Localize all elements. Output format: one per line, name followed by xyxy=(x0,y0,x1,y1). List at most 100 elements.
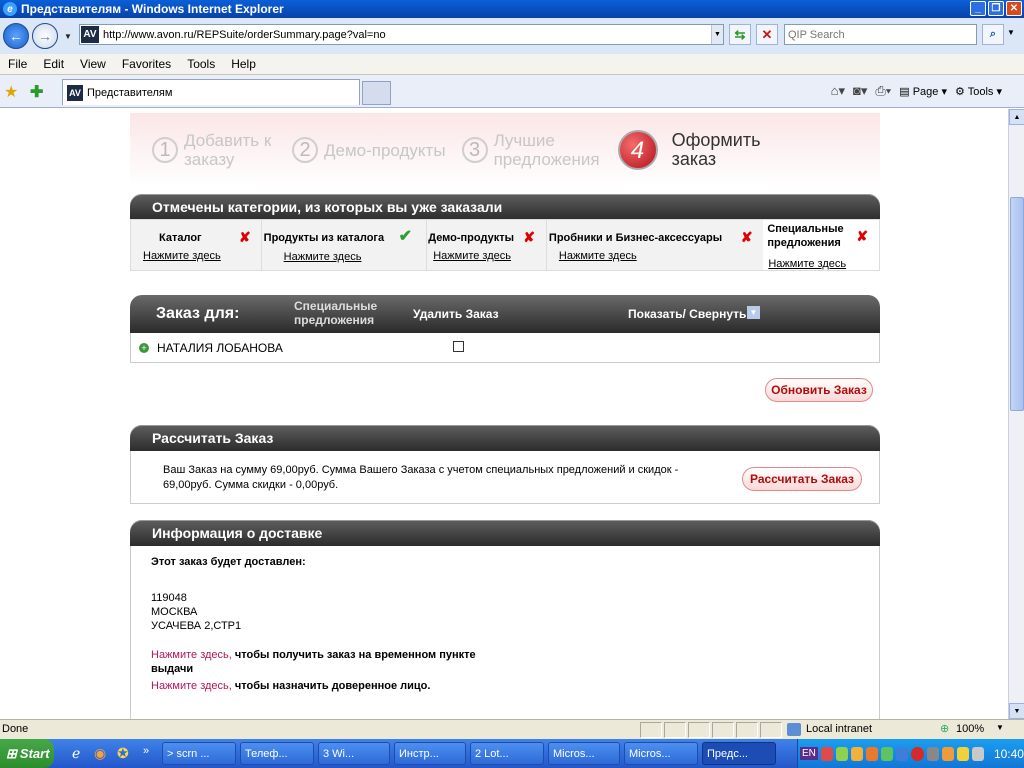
tray-app-icon[interactable] xyxy=(851,746,864,761)
category-catalog: Каталог ✘ Нажмите здесь xyxy=(131,220,262,270)
window-title: Представителям - Windows Internet Explor… xyxy=(21,2,284,16)
x-mark-icon: ✘ xyxy=(239,229,251,245)
ie-quicklaunch-icon[interactable]: ℯ xyxy=(72,745,80,762)
category-link[interactable]: Нажмите здесь xyxy=(433,250,511,262)
search-input[interactable]: QIP Search xyxy=(784,24,977,45)
menu-help[interactable]: Help xyxy=(223,57,264,71)
delivery-postcode: 119048 xyxy=(151,592,187,604)
taskbar-item[interactable]: Инстр... xyxy=(394,742,466,765)
firefox-quicklaunch-icon[interactable]: ◉ xyxy=(94,745,106,762)
tray-app-icon[interactable] xyxy=(866,746,879,761)
more-icon[interactable]: » xyxy=(143,745,149,757)
taskbar-item[interactable]: > scrn ... xyxy=(162,742,236,765)
feeds-icon[interactable]: ◙▾ xyxy=(853,83,867,99)
x-mark-icon: ✘ xyxy=(856,228,869,244)
delivery-city: МОСКВА xyxy=(151,606,198,618)
taskbar-item[interactable]: Micros... xyxy=(624,742,698,765)
page-icon: ▤ xyxy=(899,85,910,98)
close-button[interactable]: ✕ xyxy=(1006,1,1022,16)
address-input[interactable]: http://www.avon.ru/REPSuite/orderSummary… xyxy=(103,29,386,41)
scroll-thumb[interactable] xyxy=(1010,197,1024,411)
expand-plus-icon[interactable]: + xyxy=(139,342,149,353)
ie-logo-icon: e xyxy=(3,2,17,16)
maximize-button[interactable]: ❐ xyxy=(988,1,1004,16)
browser-quicklaunch-icon[interactable]: ✪ xyxy=(117,745,129,762)
tray-app-icon[interactable] xyxy=(820,746,833,761)
address-bar[interactable]: AV http://www.avon.ru/REPSuite/orderSumm… xyxy=(79,24,724,45)
show-collapse-toggle[interactable]: Показать/ Свернуть xyxy=(628,307,746,321)
start-button[interactable]: ⊞ Start xyxy=(0,739,54,768)
intranet-zone-icon xyxy=(787,723,801,736)
step-4-label: Оформить заказ xyxy=(671,130,761,169)
zoom-icon[interactable]: ⊕ xyxy=(940,722,949,735)
windows-logo-icon: ⊞ xyxy=(6,745,17,761)
category-demo-products: Демо-продукты ✘ Нажмите здесь xyxy=(427,220,547,270)
tray-app-icon[interactable] xyxy=(911,746,924,761)
taskbar-item[interactable]: Телеф... xyxy=(240,742,314,765)
step-2[interactable]: 2 Демо-продукты xyxy=(292,137,446,163)
status-bar: Done Local intranet ⊕ 100% ▼ xyxy=(0,719,1024,739)
category-link[interactable]: Нажмите здесь xyxy=(143,250,221,262)
vertical-scrollbar[interactable]: ▲ ▼ xyxy=(1008,109,1024,719)
step-1[interactable]: 1 Добавить к заказу xyxy=(152,131,280,169)
taskbar-item[interactable]: 2 Lot... xyxy=(470,742,544,765)
page-menu[interactable]: ▤ Page ▾ xyxy=(899,85,947,98)
new-tab-button[interactable] xyxy=(362,81,391,105)
tray-app-icon[interactable] xyxy=(896,746,909,761)
trustee-link[interactable]: Нажмите здесь, xyxy=(151,680,232,692)
tray-app-icon[interactable] xyxy=(971,746,984,761)
language-indicator[interactable]: EN xyxy=(800,747,818,760)
order-summary-text: Ваш Заказ на сумму 69,00руб. Сумма Вашег… xyxy=(163,464,679,491)
back-button[interactable]: ← xyxy=(3,23,29,49)
collapse-arrow-icon[interactable]: ▼ xyxy=(747,306,760,319)
category-link[interactable]: Нажмите здесь xyxy=(284,251,362,263)
tray-app-icon[interactable] xyxy=(941,746,954,761)
history-dropdown-icon[interactable]: ▼ xyxy=(64,32,72,41)
print-icon[interactable]: ⎙▾ xyxy=(875,83,891,99)
tab-representatives[interactable]: AV Представителям xyxy=(62,79,360,105)
zoom-level[interactable]: 100% xyxy=(956,723,984,735)
home-icon[interactable]: ⌂▾ xyxy=(831,83,845,99)
gear-icon: ⚙ xyxy=(955,85,965,98)
site-favicon-icon: AV xyxy=(81,26,99,43)
taskbar-item[interactable]: Micros... xyxy=(548,742,620,765)
add-favorite-icon[interactable]: ✚ xyxy=(30,82,43,102)
minimize-button[interactable]: _ xyxy=(970,1,986,16)
pickup-point-link[interactable]: Нажмите здесь, xyxy=(151,649,232,661)
menu-favorites[interactable]: Favorites xyxy=(114,57,179,71)
menu-bar: File Edit View Favorites Tools Help xyxy=(0,54,1024,75)
favorites-star-icon[interactable]: ★ xyxy=(4,82,18,102)
update-order-button[interactable]: Обновить Заказ xyxy=(765,378,873,402)
special-offers-column: Специальные предложения xyxy=(294,299,378,327)
search-icon[interactable]: ⌕ xyxy=(982,24,1004,45)
step-4: 4 Оформить заказ xyxy=(617,130,782,170)
tab-favicon-icon: AV xyxy=(67,84,83,101)
stop-button[interactable]: ✕ xyxy=(756,24,778,45)
taskbar-item[interactable]: 3 Wi... xyxy=(318,742,390,765)
taskbar-item-active[interactable]: Предс... xyxy=(702,742,776,765)
category-link[interactable]: Нажмите здесь xyxy=(559,250,637,262)
tray-app-icon[interactable] xyxy=(956,746,969,761)
x-mark-icon: ✘ xyxy=(523,229,535,245)
delete-order-checkbox[interactable] xyxy=(453,341,464,352)
refresh-button[interactable]: ⇆ xyxy=(729,24,751,45)
forward-button[interactable]: → xyxy=(32,23,58,49)
zoom-dropdown-icon[interactable]: ▼ xyxy=(996,723,1004,732)
scroll-down-icon[interactable]: ▼ xyxy=(1009,703,1024,719)
tray-app-icon[interactable] xyxy=(926,746,939,761)
trustee-text: чтобы назначить доверенное лицо. xyxy=(234,680,431,692)
tray-app-icon[interactable] xyxy=(881,746,894,761)
step-1-label: Добавить к заказу xyxy=(184,131,272,169)
category-link[interactable]: Нажмите здесь xyxy=(768,258,846,270)
tools-menu[interactable]: ⚙ Tools ▾ xyxy=(955,85,1002,98)
menu-file[interactable]: File xyxy=(0,57,35,71)
menu-view[interactable]: View xyxy=(72,57,114,71)
address-dropdown-icon[interactable]: ▼ xyxy=(711,25,723,44)
menu-edit[interactable]: Edit xyxy=(35,57,72,71)
search-options-icon[interactable]: ▼ xyxy=(1007,28,1015,37)
menu-tools[interactable]: Tools xyxy=(179,57,223,71)
step-3[interactable]: 3 Лучшие предложения xyxy=(461,131,610,169)
tray-app-icon[interactable] xyxy=(836,746,849,761)
scroll-up-icon[interactable]: ▲ xyxy=(1009,109,1024,125)
calculate-order-button[interactable]: Рассчитать Заказ xyxy=(742,467,862,491)
